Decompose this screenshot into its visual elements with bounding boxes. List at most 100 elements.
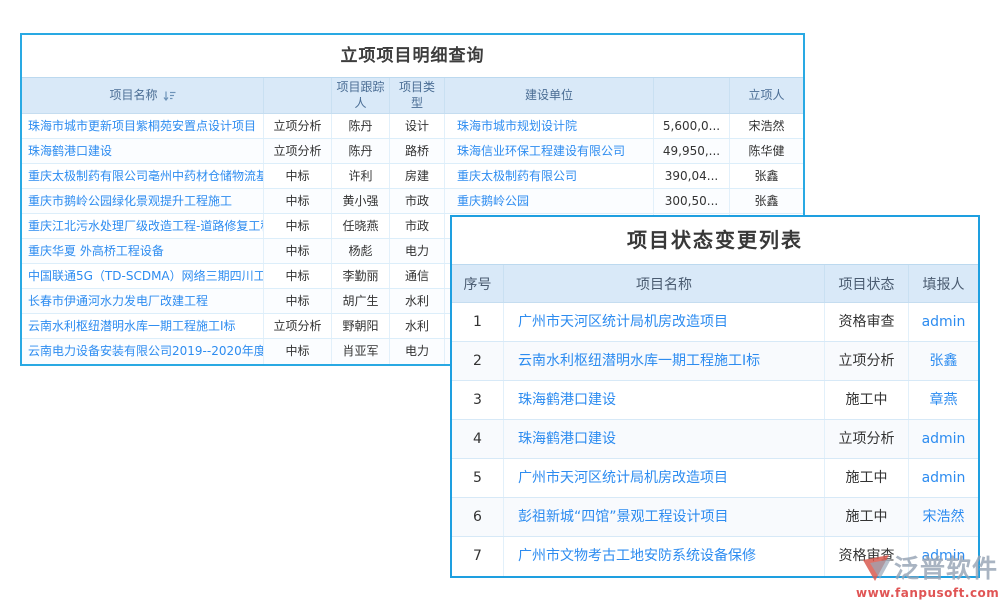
row-number-cell: 3 bbox=[452, 381, 504, 419]
type-cell: 房建 bbox=[390, 164, 445, 188]
table2-body: 1 广州市天河区统计局机房改造项目 资格审查 admin 2 云南水利枢纽潜明水… bbox=[452, 303, 978, 576]
status-cell: 施工中 bbox=[825, 381, 909, 419]
column-header-status bbox=[264, 78, 332, 113]
status-cell: 资格审查 bbox=[825, 303, 909, 341]
project-name-link[interactable]: 重庆市鹅岭公园绿化景观提升工程施工 bbox=[22, 189, 264, 213]
status-cell: 中标 bbox=[264, 339, 332, 364]
table-row: 重庆市鹅岭公园绿化景观提升工程施工 中标 黄小强 市政 重庆鹅岭公园 300,5… bbox=[22, 189, 803, 214]
table-row: 4 珠海鹤港口建设 立项分析 admin bbox=[452, 420, 978, 459]
table-row: 5 广州市天河区统计局机房改造项目 施工中 admin bbox=[452, 459, 978, 498]
reporter-link[interactable]: admin bbox=[909, 459, 978, 497]
status-cell: 施工中 bbox=[825, 459, 909, 497]
project-name-link[interactable]: 彭祖新城“四馆”景观工程设计项目 bbox=[504, 498, 825, 536]
unit-link[interactable]: 珠海信业环保工程建设有限公司 bbox=[445, 139, 654, 163]
status-cell: 立项分析 bbox=[264, 114, 332, 138]
sort-icon[interactable] bbox=[163, 90, 176, 102]
project-name-link[interactable]: 广州市天河区统计局机房改造项目 bbox=[504, 303, 825, 341]
reporter-link[interactable]: 章燕 bbox=[909, 381, 978, 419]
tracker-cell: 李勤丽 bbox=[332, 264, 390, 288]
tracker-cell: 许利 bbox=[332, 164, 390, 188]
table2-title: 项目状态变更列表 bbox=[452, 217, 978, 264]
status-cell: 立项分析 bbox=[264, 314, 332, 338]
column-header-type: 项目类型 bbox=[390, 78, 445, 113]
page: 立项项目明细查询 项目名称 项目跟踪人 项目类型 建设单位 立项人 珠海市城市更… bbox=[0, 0, 1000, 600]
project-name-link[interactable]: 广州市文物考古工地安防系统设备保修 bbox=[504, 537, 825, 576]
reporter-link[interactable]: 张鑫 bbox=[909, 342, 978, 380]
type-cell: 市政 bbox=[390, 214, 445, 238]
status-cell: 施工中 bbox=[825, 498, 909, 536]
project-name-link[interactable]: 珠海鹤港口建设 bbox=[504, 420, 825, 458]
type-cell: 电力 bbox=[390, 339, 445, 364]
project-name-link[interactable]: 珠海市城市更新项目紫桐苑安置点设计项目 bbox=[22, 114, 264, 138]
unit-link[interactable]: 重庆鹅岭公园 bbox=[445, 189, 654, 213]
project-status-change-panel: 项目状态变更列表 序号 项目名称 项目状态 填报人 1 广州市天河区统计局机房改… bbox=[450, 215, 980, 578]
project-name-link[interactable]: 重庆江北污水处理厂级改造工程-道路修复工程 bbox=[22, 214, 264, 238]
table-row: 珠海鹤港口建设 立项分析 陈丹 路桥 珠海信业环保工程建设有限公司 49,950… bbox=[22, 139, 803, 164]
status-cell: 中标 bbox=[264, 264, 332, 288]
column-header-project-name: 项目名称 bbox=[504, 265, 825, 302]
column-header-initiator: 立项人 bbox=[730, 78, 803, 113]
row-number-cell: 4 bbox=[452, 420, 504, 458]
column-header-unit: 建设单位 bbox=[445, 78, 654, 113]
table2-header: 序号 项目名称 项目状态 填报人 bbox=[452, 264, 978, 303]
unit-link[interactable]: 珠海市城市规划设计院 bbox=[445, 114, 654, 138]
table-row: 2 云南水利枢纽潜明水库一期工程施工I标 立项分析 张鑫 bbox=[452, 342, 978, 381]
status-cell: 中标 bbox=[264, 164, 332, 188]
initiator-cell: 张鑫 bbox=[730, 189, 803, 213]
column-header-project-name[interactable]: 项目名称 bbox=[22, 78, 264, 113]
table1-header: 项目名称 项目跟踪人 项目类型 建设单位 立项人 bbox=[22, 77, 803, 114]
watermark-url: www.fanpusoft.com bbox=[856, 586, 998, 600]
row-number-cell: 7 bbox=[452, 537, 504, 576]
column-header-seq: 序号 bbox=[452, 265, 504, 302]
table-row: 6 彭祖新城“四馆”景观工程设计项目 施工中 宋浩然 bbox=[452, 498, 978, 537]
table1-title: 立项项目明细查询 bbox=[22, 35, 803, 77]
type-cell: 设计 bbox=[390, 114, 445, 138]
type-cell: 水利 bbox=[390, 314, 445, 338]
column-header-status: 项目状态 bbox=[825, 265, 909, 302]
tracker-cell: 野朝阳 bbox=[332, 314, 390, 338]
status-cell: 立项分析 bbox=[825, 420, 909, 458]
project-name-link[interactable]: 中国联通5G（TD-SCDMA）网络三期四川工程 bbox=[22, 264, 264, 288]
table-row: 1 广州市天河区统计局机房改造项目 资格审查 admin bbox=[452, 303, 978, 342]
tracker-cell: 陈丹 bbox=[332, 139, 390, 163]
status-cell: 立项分析 bbox=[264, 139, 332, 163]
project-name-link[interactable]: 广州市天河区统计局机房改造项目 bbox=[504, 459, 825, 497]
row-number-cell: 6 bbox=[452, 498, 504, 536]
tracker-cell: 胡广生 bbox=[332, 289, 390, 313]
row-number-cell: 2 bbox=[452, 342, 504, 380]
project-name-link[interactable]: 云南水利枢纽潜明水库一期工程施工I标 bbox=[22, 314, 264, 338]
tracker-cell: 陈丹 bbox=[332, 114, 390, 138]
unit-link[interactable]: 重庆太极制药有限公司 bbox=[445, 164, 654, 188]
column-header-amount bbox=[654, 78, 730, 113]
fanpu-logo-icon bbox=[862, 551, 892, 583]
column-header-reporter: 填报人 bbox=[909, 265, 978, 302]
initiator-cell: 张鑫 bbox=[730, 164, 803, 188]
type-cell: 路桥 bbox=[390, 139, 445, 163]
project-name-link[interactable]: 重庆华夏 外高桥工程设备 bbox=[22, 239, 264, 263]
row-number-cell: 1 bbox=[452, 303, 504, 341]
project-name-link[interactable]: 珠海鹤港口建设 bbox=[504, 381, 825, 419]
tracker-cell: 黄小强 bbox=[332, 189, 390, 213]
tracker-cell: 杨彪 bbox=[332, 239, 390, 263]
type-cell: 通信 bbox=[390, 264, 445, 288]
status-cell: 中标 bbox=[264, 214, 332, 238]
amount-cell: 300,50... bbox=[654, 189, 730, 213]
type-cell: 电力 bbox=[390, 239, 445, 263]
project-name-link[interactable]: 云南水利枢纽潜明水库一期工程施工I标 bbox=[504, 342, 825, 380]
reporter-link[interactable]: admin bbox=[909, 303, 978, 341]
project-name-link[interactable]: 重庆太极制药有限公司亳州中药材仓储物流基地 bbox=[22, 164, 264, 188]
project-name-link[interactable]: 珠海鹤港口建设 bbox=[22, 139, 264, 163]
amount-cell: 390,04... bbox=[654, 164, 730, 188]
project-name-link[interactable]: 长春市伊通河水力发电厂改建工程 bbox=[22, 289, 264, 313]
amount-cell: 49,950,... bbox=[654, 139, 730, 163]
amount-cell: 5,600,0... bbox=[654, 114, 730, 138]
initiator-cell: 宋浩然 bbox=[730, 114, 803, 138]
initiator-cell: 陈华健 bbox=[730, 139, 803, 163]
project-name-link[interactable]: 云南电力设备安装有限公司2019--2020年度劳务 bbox=[22, 339, 264, 364]
reporter-link[interactable]: admin bbox=[909, 420, 978, 458]
table-row: 珠海市城市更新项目紫桐苑安置点设计项目 立项分析 陈丹 设计 珠海市城市规划设计… bbox=[22, 114, 803, 139]
status-cell: 中标 bbox=[264, 289, 332, 313]
status-cell: 中标 bbox=[264, 239, 332, 263]
row-number-cell: 5 bbox=[452, 459, 504, 497]
reporter-link[interactable]: 宋浩然 bbox=[909, 498, 978, 536]
